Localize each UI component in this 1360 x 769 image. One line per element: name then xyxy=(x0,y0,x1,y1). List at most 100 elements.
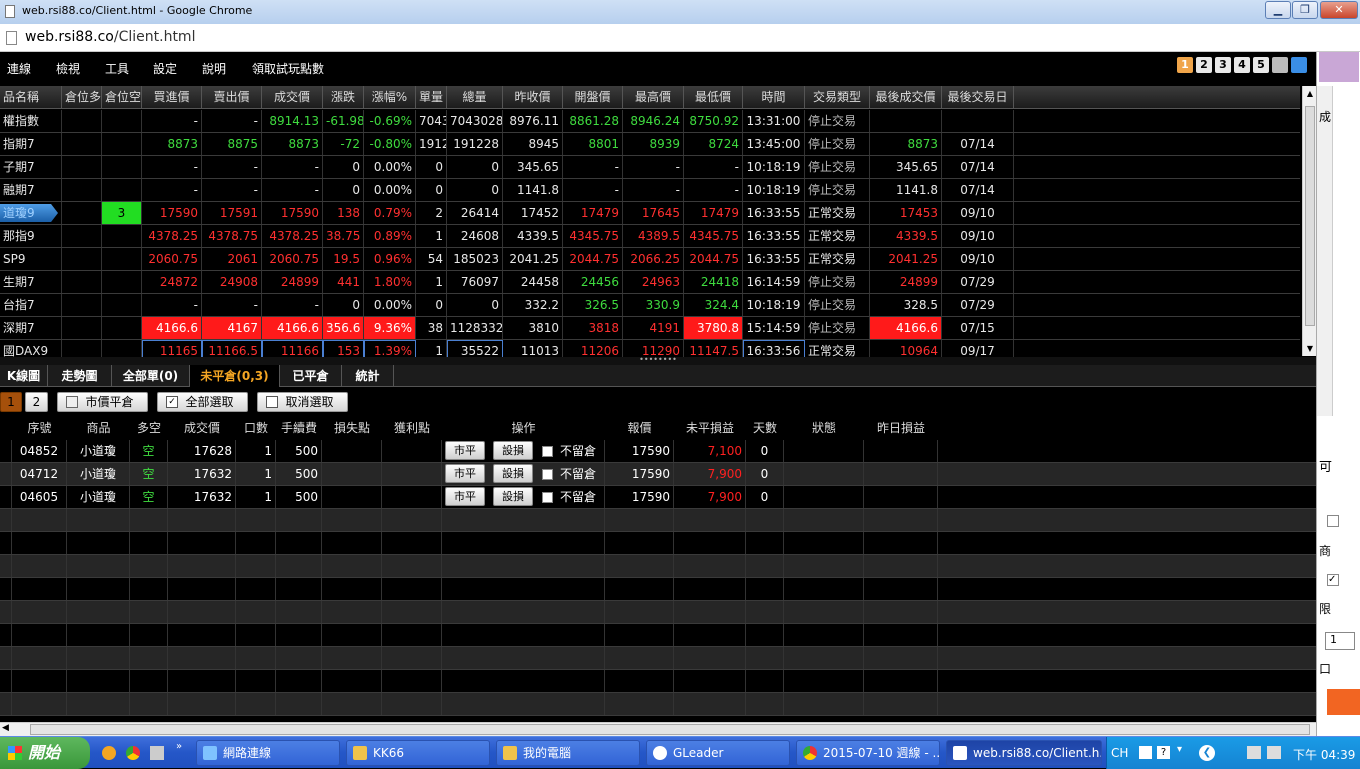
pos-header-yesterday-pnl[interactable]: 昨日損益 xyxy=(864,418,938,440)
select-all-button[interactable]: ✓ 全部選取 xyxy=(157,392,248,412)
col-header-ask[interactable]: 賣出價 xyxy=(202,86,262,108)
page-1-button[interactable]: 1 xyxy=(0,392,22,412)
language-indicator[interactable]: CH xyxy=(1111,746,1128,760)
maximize-button[interactable]: ❐ xyxy=(1292,1,1318,19)
layout-4-button[interactable]: 4 xyxy=(1234,57,1250,73)
quote-row[interactable]: 那指9 4378.25 4378.75 4378.25 38.75 0.89% 1 24608… xyxy=(0,225,1300,248)
pos-header-price[interactable]: 成交價 xyxy=(168,418,236,440)
quote-row[interactable]: 台指7- - -0 0.00% 0 0 332.2 326.5 330.9 324.4 10:18:… xyxy=(0,294,1300,317)
layout-5-button[interactable]: 5 xyxy=(1253,57,1269,73)
menu-settings[interactable]: 設定 xyxy=(153,60,177,77)
tab-all-orders[interactable]: 全部單(0) xyxy=(112,365,190,387)
right-pane-scrollbar[interactable] xyxy=(1317,86,1333,416)
quote-scrollbar[interactable]: ▲ ▼ xyxy=(1302,86,1316,356)
expand-quicklaunch-icon[interactable]: » xyxy=(176,741,182,752)
quote-row[interactable]: 生期7 24872 24908 24899 441 1.80% 1 76097 24458 244… xyxy=(0,271,1300,294)
right-checkbox[interactable] xyxy=(1327,515,1339,527)
window-icon[interactable] xyxy=(1291,57,1307,73)
help-icon[interactable]: ? xyxy=(1157,746,1170,759)
tab-open-positions[interactable]: 未平倉(0,3) xyxy=(190,365,280,387)
pos-header-pnl[interactable]: 未平損益 xyxy=(674,418,746,440)
position-row[interactable]: 04605 小道瓊空 17632 1 500 市平 設損 不留倉 17590 7,900 0 xyxy=(0,486,1316,509)
pos-header-lots[interactable]: 口數 xyxy=(236,418,276,440)
scroll-left-icon[interactable]: ◀ xyxy=(2,723,9,733)
quote-row[interactable]: 指期7 8873 8875 8873 -72 -0.80% 1912 191228 8945 88… xyxy=(0,133,1300,156)
scroll-up-icon[interactable]: ▲ xyxy=(1304,87,1316,100)
col-header-name[interactable]: 品名稱 xyxy=(0,86,62,108)
volume-icon[interactable] xyxy=(1267,746,1281,759)
network-tray-icon[interactable] xyxy=(1247,746,1261,759)
tab-stats[interactable]: 統計 xyxy=(342,365,394,387)
quote-row[interactable]: 權指數 - -8914.13 -61.98 -0.69% 7043 7043028 8976.… xyxy=(0,110,1300,133)
task-kk66[interactable]: KK66 xyxy=(346,740,490,766)
pos-header-fee[interactable]: 手續費 xyxy=(276,418,322,440)
pos-header-stoploss[interactable]: 損失點 xyxy=(322,418,382,440)
screenshot-icon[interactable] xyxy=(1272,57,1288,73)
quicklaunch-icon-1[interactable] xyxy=(102,746,116,760)
menu-view[interactable]: 檢視 xyxy=(56,60,80,77)
col-header-bid[interactable]: 買進價 xyxy=(142,86,202,108)
ime-icon[interactable] xyxy=(1139,746,1152,759)
col-header-vol1[interactable]: 單量 xyxy=(416,86,447,108)
task-chrome-weekly[interactable]: 2015-07-10 週線 - ... xyxy=(796,740,940,766)
url-text[interactable]: web.rsi88.co/Client.html xyxy=(25,29,195,45)
layout-2-button[interactable]: 2 xyxy=(1196,57,1212,73)
quicklaunch-icon-3[interactable] xyxy=(150,746,164,760)
start-button[interactable]: 開始 xyxy=(0,737,90,769)
quote-row[interactable]: 道瓊9 3 17590 17591 17590 138 0.79% 2 26414 17452 17… xyxy=(0,202,1300,225)
layout-3-button[interactable]: 3 xyxy=(1215,57,1231,73)
position-row[interactable]: 04712 小道瓊空 17632 1 500 市平 設損 不留倉 17590 7,900 0 xyxy=(0,463,1316,486)
hscroll-thumb[interactable] xyxy=(30,724,1310,735)
task-network[interactable]: 網路連線 xyxy=(196,740,340,766)
menu-connect[interactable]: 連線 xyxy=(7,60,31,77)
quote-row[interactable]: 融期7- - -0 0.00% 0 0 1141.8- - -10:18:19 停止交易 1141.… xyxy=(0,179,1300,202)
set-stoploss-button[interactable]: 設損 xyxy=(493,464,533,483)
task-gleader[interactable]: GLeader xyxy=(646,740,790,766)
col-header-vol[interactable]: 總量 xyxy=(447,86,503,108)
col-header-status[interactable]: 交易類型 xyxy=(805,86,870,108)
col-header-lastdeal[interactable]: 最後成交價 xyxy=(870,86,942,108)
tab-kline[interactable]: K線圖 xyxy=(0,365,48,387)
col-header-short[interactable]: 倉位空 xyxy=(102,86,142,108)
set-stoploss-button[interactable]: 設損 xyxy=(493,487,533,506)
pos-header-operation[interactable]: 操作 xyxy=(442,418,605,440)
quote-row[interactable]: 子期7- - -0 0.00% 0 0 345.65- - -10:18:19 停止交易 345.6… xyxy=(0,156,1300,179)
pos-header-days[interactable]: 天數 xyxy=(746,418,784,440)
pos-header-quote[interactable]: 報價 xyxy=(605,418,674,440)
page-2-button[interactable]: 2 xyxy=(25,392,48,412)
task-my-computer[interactable]: 我的電腦 xyxy=(496,740,640,766)
tab-trend[interactable]: 走勢圖 xyxy=(48,365,112,387)
address-bar[interactable]: web.rsi88.co/Client.html xyxy=(0,24,1360,52)
right-order-button[interactable] xyxy=(1327,689,1360,715)
pos-header-takeprofit[interactable]: 獲利點 xyxy=(382,418,442,440)
market-close-row-button[interactable]: 市平 xyxy=(445,464,485,483)
scroll-down-icon[interactable]: ▼ xyxy=(1304,342,1316,355)
scroll-thumb[interactable] xyxy=(1305,106,1315,326)
col-header-open[interactable]: 開盤價 xyxy=(563,86,623,108)
col-header-long[interactable]: 倉位多 xyxy=(62,86,102,108)
col-header-low[interactable]: 最低價 xyxy=(684,86,743,108)
pos-header-side[interactable]: 多空 xyxy=(130,418,168,440)
no-overnight-checkbox[interactable] xyxy=(542,469,553,480)
col-header-prev[interactable]: 昨收價 xyxy=(503,86,563,108)
show-hidden-icon[interactable]: ❮ xyxy=(1199,745,1215,761)
col-header-time[interactable]: 時間 xyxy=(743,86,805,108)
menu-help[interactable]: 說明 xyxy=(202,60,226,77)
col-header-high[interactable]: 最高價 xyxy=(623,86,684,108)
right-checkbox-checked[interactable]: ✓ xyxy=(1327,574,1339,586)
close-button[interactable]: ✕ xyxy=(1320,1,1358,19)
position-row[interactable]: 04852 小道瓊空 17628 1 500 市平 設損 不留倉 17590 7,100 0 xyxy=(0,440,1316,463)
pos-header-status[interactable]: 狀態 xyxy=(784,418,864,440)
col-header-chg[interactable]: 漲跌 xyxy=(323,86,364,108)
clock[interactable]: 下午 04:39 xyxy=(1293,746,1355,763)
chrome-quicklaunch-icon[interactable] xyxy=(126,746,140,760)
quote-row[interactable]: SP9 2060.75 2061 2060.75 19.5 0.96% 54 185023 20… xyxy=(0,248,1300,271)
horizontal-scrollbar[interactable]: ◀ xyxy=(0,722,1316,736)
right-qty-input[interactable]: 1 xyxy=(1325,632,1355,650)
market-close-button[interactable]: 市價平倉 xyxy=(57,392,148,412)
col-header-lastdate[interactable]: 最後交易日 xyxy=(942,86,1014,108)
market-close-row-button[interactable]: 市平 xyxy=(445,487,485,506)
market-close-row-button[interactable]: 市平 xyxy=(445,441,485,460)
pos-header-id[interactable]: 序號 xyxy=(12,418,67,440)
set-stoploss-button[interactable]: 設損 xyxy=(493,441,533,460)
